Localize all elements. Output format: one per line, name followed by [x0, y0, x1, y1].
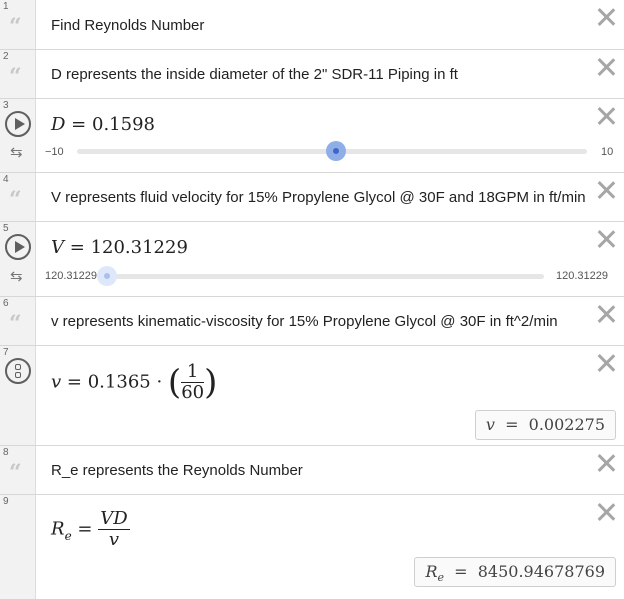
row-number: 7 — [3, 347, 9, 358]
loop-icon[interactable]: ⇆ — [10, 145, 23, 160]
close-icon[interactable] — [596, 229, 616, 249]
evaluation-result: v = 0.002275 — [474, 410, 616, 440]
coefficient: 0.1365 — [87, 371, 151, 393]
expression-row-9[interactable]: 9 Re = VD v Re = 8450.94678769 — [0, 495, 624, 599]
variable-value: 0.1598 — [92, 114, 155, 135]
equals-sign: = — [66, 371, 82, 393]
variable-name: v — [51, 371, 62, 393]
close-icon[interactable] — [596, 453, 616, 473]
quote-icon: “ — [9, 311, 22, 337]
equation[interactable]: D = 0.1598 — [51, 114, 155, 135]
row-number: 1 — [3, 1, 9, 12]
result-value: 0.002275 — [528, 415, 605, 434]
row-number: 6 — [3, 298, 9, 309]
play-icon[interactable] — [5, 234, 31, 260]
expression-row-8[interactable]: 8 “ R_e represents the Reynolds Number — [0, 446, 624, 495]
fraction: VD v — [98, 508, 130, 550]
fraction-denominator: v — [108, 529, 120, 550]
variable-subscript: e — [64, 528, 72, 543]
variable-name: V — [51, 237, 64, 258]
result-variable: v — [485, 415, 495, 434]
close-icon[interactable] — [596, 353, 616, 373]
fraction-denominator: 60 — [181, 382, 205, 403]
row-number: 3 — [3, 100, 9, 111]
close-icon[interactable] — [596, 7, 616, 27]
expression-row-3[interactable]: 3 ⇆ D = 0.1598 −10 10 — [0, 99, 624, 173]
expression-row-2[interactable]: 2 “ D represents the inside diameter of … — [0, 50, 624, 99]
quote-icon: “ — [9, 187, 22, 213]
evaluation-result: Re = 8450.94678769 — [414, 557, 616, 587]
expression-row-7[interactable]: 7 v = 0.1365 · (1 60) v = 0.002275 — [0, 346, 624, 446]
result-variable: R — [425, 562, 438, 581]
variable-name: R — [51, 518, 65, 540]
note-text[interactable]: v represents kinematic-viscosity for 15%… — [51, 313, 558, 330]
slider-max[interactable]: 10 — [601, 146, 613, 158]
fraction-numerator: 1 — [181, 362, 205, 383]
slider-track[interactable] — [107, 274, 544, 279]
row-number: 2 — [3, 51, 9, 62]
variable-name: D — [51, 114, 66, 135]
note-text[interactable]: Find Reynolds Number — [51, 17, 204, 34]
quote-icon: “ — [9, 64, 22, 90]
slider-max[interactable]: 120.31229 — [556, 270, 608, 282]
expression-row-4[interactable]: 4 “ V represents fluid velocity for 15% … — [0, 173, 624, 222]
row-gutter: 6 “ — [0, 297, 36, 345]
row-number: 8 — [3, 447, 9, 458]
equals-sign: = — [69, 237, 85, 258]
close-icon[interactable] — [596, 304, 616, 324]
slider-thumb[interactable] — [326, 141, 347, 161]
quote-icon: “ — [9, 14, 22, 40]
expression-row-6[interactable]: 6 “ v represents kinematic-viscosity for… — [0, 297, 624, 346]
row-number: 5 — [3, 223, 9, 234]
row-number: 4 — [3, 174, 9, 185]
note-text[interactable]: V represents fluid velocity for 15% Prop… — [51, 189, 586, 206]
row-gutter: 3 ⇆ — [0, 99, 36, 172]
equals-sign: = — [71, 114, 87, 135]
row-number: 9 — [3, 496, 9, 507]
slider-min[interactable]: −10 — [45, 146, 64, 158]
row-gutter: 4 “ — [0, 173, 36, 221]
multiply-dot: · — [156, 371, 163, 393]
close-icon[interactable] — [596, 57, 616, 77]
row-gutter: 7 — [0, 346, 36, 445]
note-text[interactable]: D represents the inside diameter of the … — [51, 66, 458, 83]
loop-icon[interactable]: ⇆ — [10, 269, 23, 284]
equals-sign: = — [77, 518, 93, 540]
result-value: 8450.94678769 — [477, 562, 605, 581]
equation[interactable]: Re = VD v — [51, 509, 130, 550]
expression-row-5[interactable]: 5 ⇆ V = 120.31229 120.31229 120.31229 — [0, 222, 624, 297]
numeric-icon[interactable] — [5, 358, 31, 384]
row-gutter: 9 — [0, 495, 36, 599]
fraction: 1 60 — [181, 362, 205, 403]
left-paren: ( — [167, 362, 182, 403]
quote-icon: “ — [9, 460, 22, 486]
slider-min[interactable]: 120.31229 — [45, 270, 97, 282]
close-icon[interactable] — [596, 502, 616, 522]
fraction-numerator: VD — [98, 508, 130, 530]
row-gutter: 8 “ — [0, 446, 36, 494]
row-gutter: 1 “ — [0, 0, 36, 49]
row-gutter: 2 “ — [0, 50, 36, 98]
result-equals: = — [505, 415, 519, 434]
note-text[interactable]: R_e represents the Reynolds Number — [51, 462, 303, 479]
slider-thumb[interactable] — [97, 266, 117, 286]
row-gutter: 5 ⇆ — [0, 222, 36, 296]
close-icon[interactable] — [596, 106, 616, 126]
numeric-icon-bottom — [15, 372, 21, 378]
equation[interactable]: v = 0.1365 · (1 60) — [51, 362, 217, 403]
variable-value: 120.31229 — [90, 237, 188, 258]
result-subscript: e — [437, 571, 444, 584]
numeric-icon-top — [15, 364, 21, 370]
play-icon[interactable] — [5, 111, 31, 137]
close-icon[interactable] — [596, 180, 616, 200]
equation[interactable]: V = 120.31229 — [51, 237, 188, 258]
expression-row-1[interactable]: 1 “ Find Reynolds Number — [0, 0, 624, 50]
right-paren: ) — [204, 362, 218, 403]
result-equals: = — [454, 562, 468, 581]
